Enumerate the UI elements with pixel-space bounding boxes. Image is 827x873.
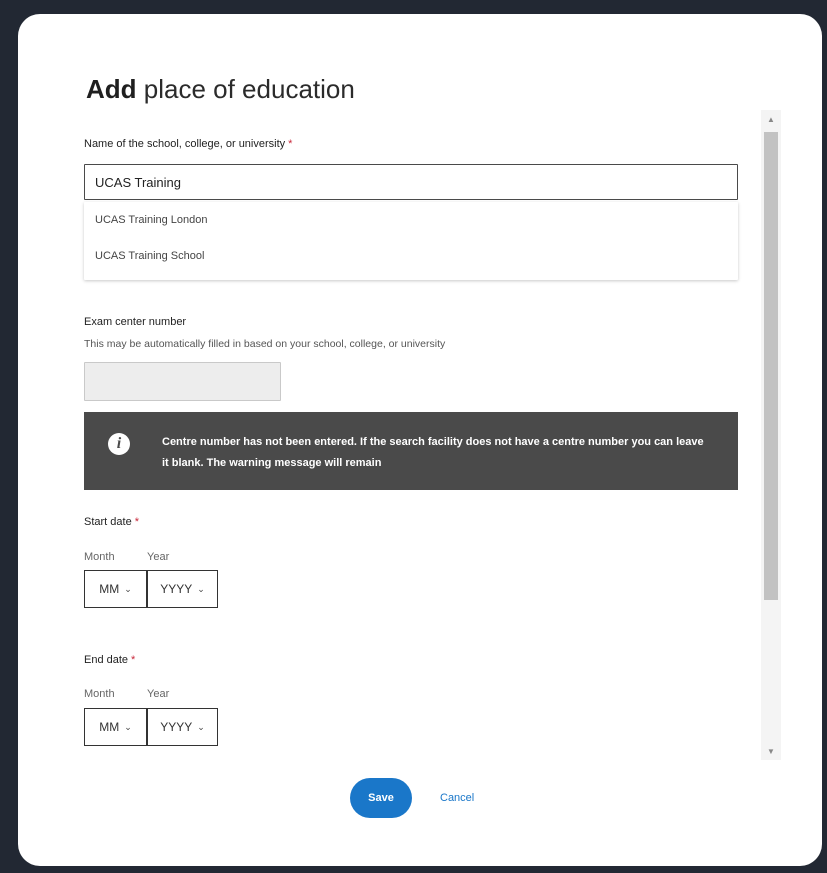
start-year-label: Year [147, 551, 170, 563]
cancel-link[interactable]: Cancel [440, 792, 474, 804]
start-year-value: YYYY [160, 582, 193, 596]
school-label: Name of the school, college, or universi… [84, 138, 292, 150]
save-button[interactable]: Save [350, 778, 412, 818]
chevron-down-icon: ⌄ [197, 721, 205, 732]
school-label-text: Name of the school, college, or universi… [84, 138, 286, 150]
chevron-down-icon: ⌄ [197, 583, 205, 594]
suggestion-item[interactable]: UCAS Training London [84, 202, 738, 238]
school-suggestions-dropdown: UCAS Training London UCAS Training Schoo… [84, 202, 738, 280]
modal-title: Add place of education [86, 74, 355, 105]
start-year-select[interactable]: YYYY ⌄ [147, 570, 218, 608]
scroll-thumb[interactable] [764, 132, 778, 600]
school-search-input[interactable] [84, 164, 738, 200]
info-icon: i [108, 433, 130, 455]
end-year-select[interactable]: YYYY ⌄ [147, 708, 218, 746]
chevron-down-icon: ⌄ [124, 583, 132, 594]
required-marker: * [288, 138, 293, 150]
modal-scrollbar[interactable]: ▲ ▼ [761, 110, 781, 760]
scroll-down-arrow-icon[interactable]: ▼ [761, 744, 781, 760]
exam-centre-hint: This may be automatically filled in base… [84, 338, 446, 350]
suggestion-item[interactable]: UCAS Training School [84, 238, 738, 274]
exam-centre-label: Exam center number [84, 316, 187, 328]
start-date-label: Start date * [84, 516, 139, 528]
required-marker: * [131, 654, 136, 666]
end-month-select[interactable]: MM ⌄ [84, 708, 147, 746]
start-date-label-text: Start date [84, 516, 132, 528]
warning-message: Centre number has not been entered. If t… [162, 436, 704, 469]
end-year-label: Year [147, 688, 170, 700]
end-year-value: YYYY [160, 720, 193, 734]
exam-centre-input[interactable] [84, 362, 281, 401]
start-month-label: Month [84, 551, 115, 563]
start-month-value: MM [99, 582, 120, 596]
end-month-value: MM [99, 720, 120, 734]
chevron-down-icon: ⌄ [124, 721, 132, 732]
end-month-label: Month [84, 688, 115, 700]
add-education-modal: Add place of education Name of the schoo… [18, 14, 822, 866]
modal-title-rest: place of education [136, 74, 355, 104]
centre-warning-banner: i Centre number has not been entered. If… [84, 412, 738, 490]
end-date-label: End date * [84, 654, 135, 666]
end-date-label-text: End date [84, 654, 129, 666]
start-month-select[interactable]: MM ⌄ [84, 570, 147, 608]
required-marker: * [134, 516, 139, 528]
modal-title-bold: Add [86, 74, 137, 104]
scroll-up-arrow-icon[interactable]: ▲ [761, 112, 781, 128]
